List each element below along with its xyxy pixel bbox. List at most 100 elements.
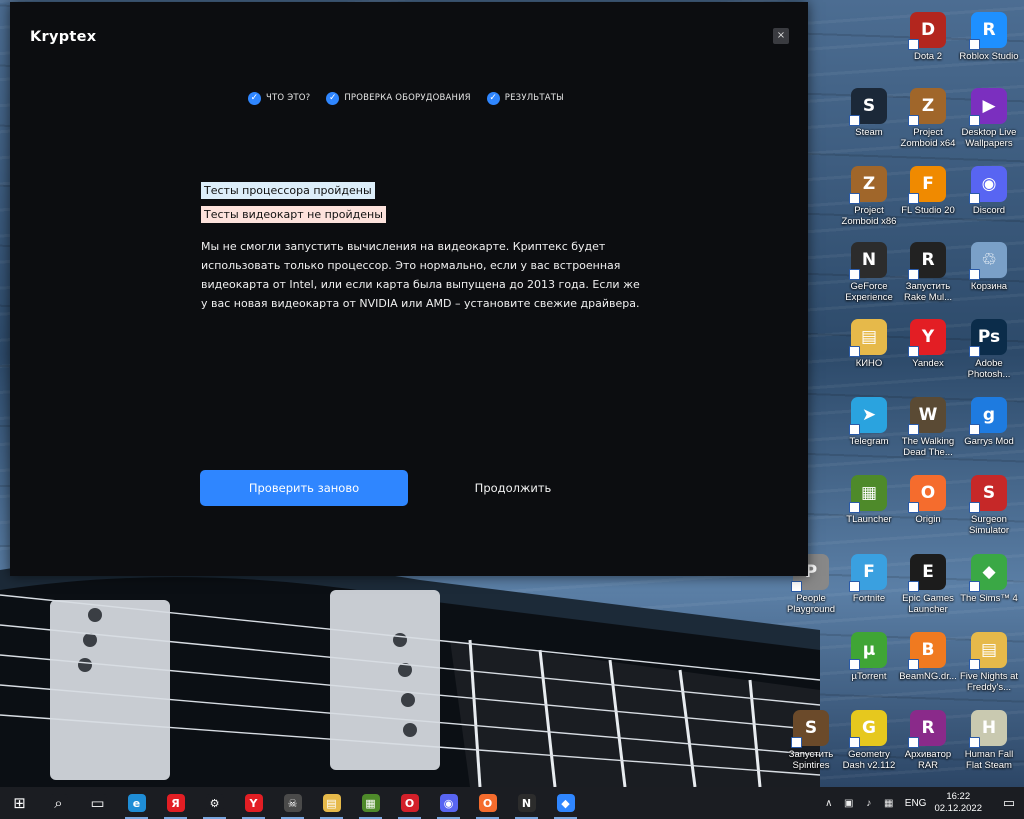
yandex-browser-taskbar-button[interactable]: Y: [234, 787, 273, 819]
app-logo: Kryptex: [30, 29, 97, 45]
desktop-shortcut[interactable]: ➤ Telegram: [838, 393, 900, 467]
desktop-shortcut[interactable]: Ps Adobe Photosh...: [958, 315, 1020, 389]
desktop-shortcut[interactable]: g Garrys Mod: [958, 393, 1020, 467]
folder-icon: ▤: [849, 319, 887, 357]
close-button[interactable]: ×: [773, 28, 789, 44]
desktop-shortcut[interactable]: H Human Fall Flat Steam: [958, 706, 1020, 780]
desktop-shortcut[interactable]: B BeamNG.dr...: [897, 628, 959, 702]
taskbar: ⊞ ⌕ ▭ e Я ⚙ Y ☠ ▤ ▦ O ◉ O N ◆ ∧ ▣ ♪ ▦ ENG 16:22 02.12.…: [0, 787, 1024, 819]
desktop-shortcut[interactable]: W The Walking Dead The...: [897, 393, 959, 467]
desktop-shortcut-label: Project Zomboid x64: [900, 127, 956, 149]
camera-icon[interactable]: ▣: [841, 787, 857, 819]
winrar-icon: R: [908, 710, 946, 748]
retry-button[interactable]: Проверить заново: [200, 470, 408, 506]
step-what-is-it: ✓ ЧТО ЭТО?: [248, 91, 311, 105]
project-zomboid-icon: Z: [849, 166, 887, 204]
desktop-shortcut[interactable]: ♲ Корзина: [958, 238, 1020, 312]
desktop-shortcut[interactable]: Z Project Zomboid x86: [838, 162, 900, 236]
desktop-shortcut[interactable]: ◆ The Sims™ 4: [958, 550, 1020, 624]
fortnite-icon: F: [849, 554, 887, 592]
chevron-up-icon[interactable]: ∧: [821, 787, 837, 819]
desktop-shortcut[interactable]: D Dota 2: [897, 8, 959, 82]
desktop-shortcut[interactable]: F FL Studio 20: [897, 162, 959, 236]
desktop-shortcut[interactable]: E Epic Games Launcher: [897, 550, 959, 624]
file-explorer-taskbar-button[interactable]: ▤: [312, 787, 351, 819]
network-icon[interactable]: ▦: [881, 787, 897, 819]
desktop-shortcut-label: Корзина: [970, 281, 1008, 292]
desktop-shortcut[interactable]: ▶ Desktop Live Wallpapers: [958, 84, 1020, 158]
desktop-shortcut[interactable]: S Surgeon Simulator: [958, 471, 1020, 545]
rake-icon: R: [908, 242, 946, 280]
desktop-shortcut[interactable]: Z Project Zomboid x64: [897, 84, 959, 158]
dota2-icon: D: [908, 12, 946, 50]
desktop-shortcut[interactable]: ◉ Discord: [958, 162, 1020, 236]
desktop-shortcut-label: Steam: [855, 127, 883, 138]
steam-icon: S: [849, 88, 887, 126]
kryptex-dialog: Kryptex × ✓ ЧТО ЭТО? ✓ ПРОВЕРКА ОБОРУДОВ…: [10, 2, 808, 576]
task-view-taskbar-button[interactable]: ▭: [78, 787, 117, 819]
desktop-shortcut-label: Project Zomboid x86: [841, 205, 897, 227]
desktop-shortcut[interactable]: µ µTorrent: [838, 628, 900, 702]
desktop-shortcut-label: Roblox Studio: [959, 51, 1019, 62]
continue-button[interactable]: Продолжить: [425, 470, 601, 506]
desktop-shortcut[interactable]: ▤ КИНО: [838, 315, 900, 389]
desktop-shortcut[interactable]: G Geometry Dash v2.112: [838, 706, 900, 780]
origin-taskbar-button[interactable]: O: [468, 787, 507, 819]
desktop-shortcut-label: µTorrent: [851, 671, 887, 682]
desktop-shortcut[interactable]: R Запустить Rake Mul...: [897, 238, 959, 312]
desktop-shortcut-label: People Playground: [786, 593, 836, 615]
origin-icon: O: [908, 475, 946, 513]
photoshop-icon: Ps: [969, 319, 1007, 357]
step-label: ЧТО ЭТО?: [266, 93, 311, 103]
desktop-shortcut[interactable]: ▦ TLauncher: [838, 471, 900, 545]
notification-center-icon[interactable]: ▭: [994, 787, 1024, 819]
desktop-shortcut[interactable]: R Roblox Studio: [958, 8, 1020, 82]
settings-gear-taskbar-button[interactable]: ⚙: [195, 787, 234, 819]
yandex-browser-icon: Y: [908, 319, 946, 357]
step-results: ✓ РЕЗУЛЬТАТЫ: [486, 91, 564, 105]
epic-games-icon: E: [908, 554, 946, 592]
step-label: РЕЗУЛЬТАТЫ: [504, 93, 564, 103]
kryptex-icon: ◆: [556, 794, 575, 812]
discord-taskbar-button[interactable]: ◉: [429, 787, 468, 819]
spintires-icon: S: [791, 710, 829, 748]
yandex-browser-icon: Y: [244, 794, 263, 812]
yandex-taskbar-button[interactable]: Я: [156, 787, 195, 819]
windows-start-taskbar-button[interactable]: ⊞: [0, 787, 39, 819]
geforce-taskbar-button[interactable]: N: [507, 787, 546, 819]
desktop-shortcut[interactable]: O Origin: [897, 471, 959, 545]
folder-icon: ▤: [969, 632, 1007, 670]
result-message: Мы не смогли запустить вычисления на вид…: [201, 240, 640, 310]
desktop-shortcut-label: Epic Games Launcher: [902, 593, 954, 615]
minecraft-taskbar-button[interactable]: ▦: [351, 787, 390, 819]
human-fall-flat-icon: H: [969, 710, 1007, 748]
kryptex-taskbar-button[interactable]: ◆: [546, 787, 585, 819]
desktop-shortcut[interactable]: N GeForce Experience: [838, 238, 900, 312]
fl-studio-icon: F: [908, 166, 946, 204]
desktop-shortcut-label: Human Fall Flat Steam: [964, 749, 1014, 771]
cpu-test-passed-badge: Тесты процессора пройдены: [201, 182, 375, 199]
desktop-shortcut[interactable]: R Архиватор RAR: [897, 706, 959, 780]
game-taskbar-button[interactable]: ☠: [273, 787, 312, 819]
desktop-shortcut-label: FL Studio 20: [901, 205, 955, 216]
desktop-shortcut[interactable]: Y Yandex: [897, 315, 959, 389]
desktop-shortcut[interactable]: S Steam: [838, 84, 900, 158]
garrys-mod-icon: g: [969, 397, 1007, 435]
clock[interactable]: 16:22 02.12.2022: [934, 791, 982, 815]
desktop-shortcut[interactable]: F Fortnite: [838, 550, 900, 624]
clock-date: 02.12.2022: [934, 803, 982, 814]
desktop-shortcut[interactable]: S Запустить Spintires: [780, 706, 842, 780]
desktop-shortcut[interactable]: ▤ Five Nights at Freddy's...: [958, 628, 1020, 702]
language-indicator[interactable]: ENG: [905, 798, 927, 809]
volume-icon[interactable]: ♪: [861, 787, 877, 819]
search-taskbar-button[interactable]: ⌕: [39, 787, 78, 819]
opera-taskbar-button[interactable]: O: [390, 787, 429, 819]
edge-taskbar-button[interactable]: e: [117, 787, 156, 819]
desktop-shortcut-label: Discord: [972, 205, 1006, 216]
step-label: ПРОВЕРКА ОБОРУДОВАНИЯ: [344, 93, 471, 103]
origin-icon: O: [478, 794, 497, 812]
wizard-steps: ✓ ЧТО ЭТО? ✓ ПРОВЕРКА ОБОРУДОВАНИЯ ✓ РЕЗ…: [248, 90, 564, 106]
system-tray: ∧ ▣ ♪ ▦ ENG 16:22 02.12.2022 ▭: [819, 787, 1024, 819]
sims4-icon: ◆: [969, 554, 1007, 592]
project-zomboid-icon: Z: [908, 88, 946, 126]
